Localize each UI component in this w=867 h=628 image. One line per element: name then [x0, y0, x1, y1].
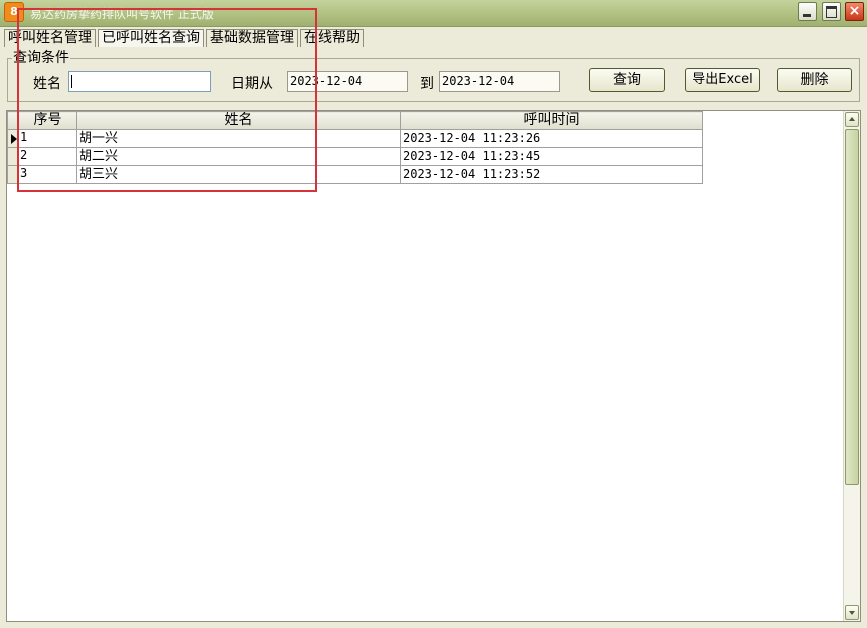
date-from-label: 日期从 [231, 76, 273, 92]
table-row[interactable]: 2 胡二兴 2023-12-04 11:23:45 [7, 147, 703, 166]
date-to-label: 到 [420, 76, 434, 92]
results-grid[interactable]: 序号 姓名 呼叫时间 1 胡一兴 2023-12-04 11:23:26 2 胡… [6, 110, 861, 622]
row-indicator[interactable] [7, 129, 19, 148]
name-label: 姓名 [33, 76, 61, 92]
cell-seq[interactable]: 2 [18, 147, 77, 166]
row-indicator-header [7, 111, 19, 130]
cell-call-time[interactable]: 2023-12-04 11:23:45 [400, 147, 703, 166]
table-row[interactable]: 1 胡一兴 2023-12-04 11:23:26 [7, 129, 703, 148]
tab-basic-data-manage[interactable]: 基础数据管理 [206, 29, 298, 47]
cell-name[interactable]: 胡一兴 [76, 129, 401, 148]
cell-name[interactable]: 胡二兴 [76, 147, 401, 166]
text-caret [71, 75, 72, 88]
date-to-input[interactable]: 2023-12-04 [439, 71, 560, 92]
minimize-button[interactable] [798, 2, 817, 21]
cell-call-time[interactable]: 2023-12-04 11:23:26 [400, 129, 703, 148]
cell-name[interactable]: 胡三兴 [76, 165, 401, 184]
cell-call-time[interactable]: 2023-12-04 11:23:52 [400, 165, 703, 184]
query-conditions-legend: 查询条件 [12, 50, 70, 66]
row-indicator[interactable] [7, 165, 19, 184]
column-header-seq[interactable]: 序号 [18, 111, 77, 130]
column-header-call-time[interactable]: 呼叫时间 [400, 111, 703, 130]
tab-online-help[interactable]: 在线帮助 [300, 29, 364, 47]
search-button[interactable]: 查询 [589, 68, 665, 92]
scroll-up-arrow-icon[interactable] [845, 112, 859, 127]
name-input[interactable] [68, 71, 211, 92]
close-button[interactable]: × [845, 2, 864, 21]
table-header-row: 序号 姓名 呼叫时间 [7, 111, 703, 130]
cell-seq[interactable]: 1 [18, 129, 77, 148]
window-title: 易达药房挚药排队叫号软件 正式版 [30, 7, 214, 21]
scrollbar-thumb[interactable] [845, 129, 859, 485]
row-indicator[interactable] [7, 147, 19, 166]
current-row-arrow-icon [11, 133, 17, 144]
results-table: 序号 姓名 呼叫时间 1 胡一兴 2023-12-04 11:23:26 2 胡… [7, 111, 703, 184]
tab-strip: 呼叫姓名管理 已呼叫姓名查询 基础数据管理 在线帮助 [4, 29, 366, 47]
maximize-button[interactable] [822, 2, 841, 21]
tab-called-name-query[interactable]: 已呼叫姓名查询 [98, 29, 204, 47]
date-from-input[interactable]: 2023-12-04 [287, 71, 408, 92]
delete-button[interactable]: 删除 [777, 68, 852, 92]
close-icon: × [848, 3, 861, 19]
title-bar[interactable]: 8 易达药房挚药排队叫号软件 正式版 × [0, 0, 867, 27]
app-logo-icon: 8 [4, 2, 24, 22]
export-excel-button[interactable]: 导出Excel [685, 68, 760, 92]
column-header-name[interactable]: 姓名 [76, 111, 401, 130]
tab-call-name-manage[interactable]: 呼叫姓名管理 [4, 29, 96, 47]
scroll-down-arrow-icon[interactable] [845, 605, 859, 620]
vertical-scrollbar[interactable] [843, 111, 860, 621]
table-row[interactable]: 3 胡三兴 2023-12-04 11:23:52 [7, 165, 703, 184]
cell-seq[interactable]: 3 [18, 165, 77, 184]
